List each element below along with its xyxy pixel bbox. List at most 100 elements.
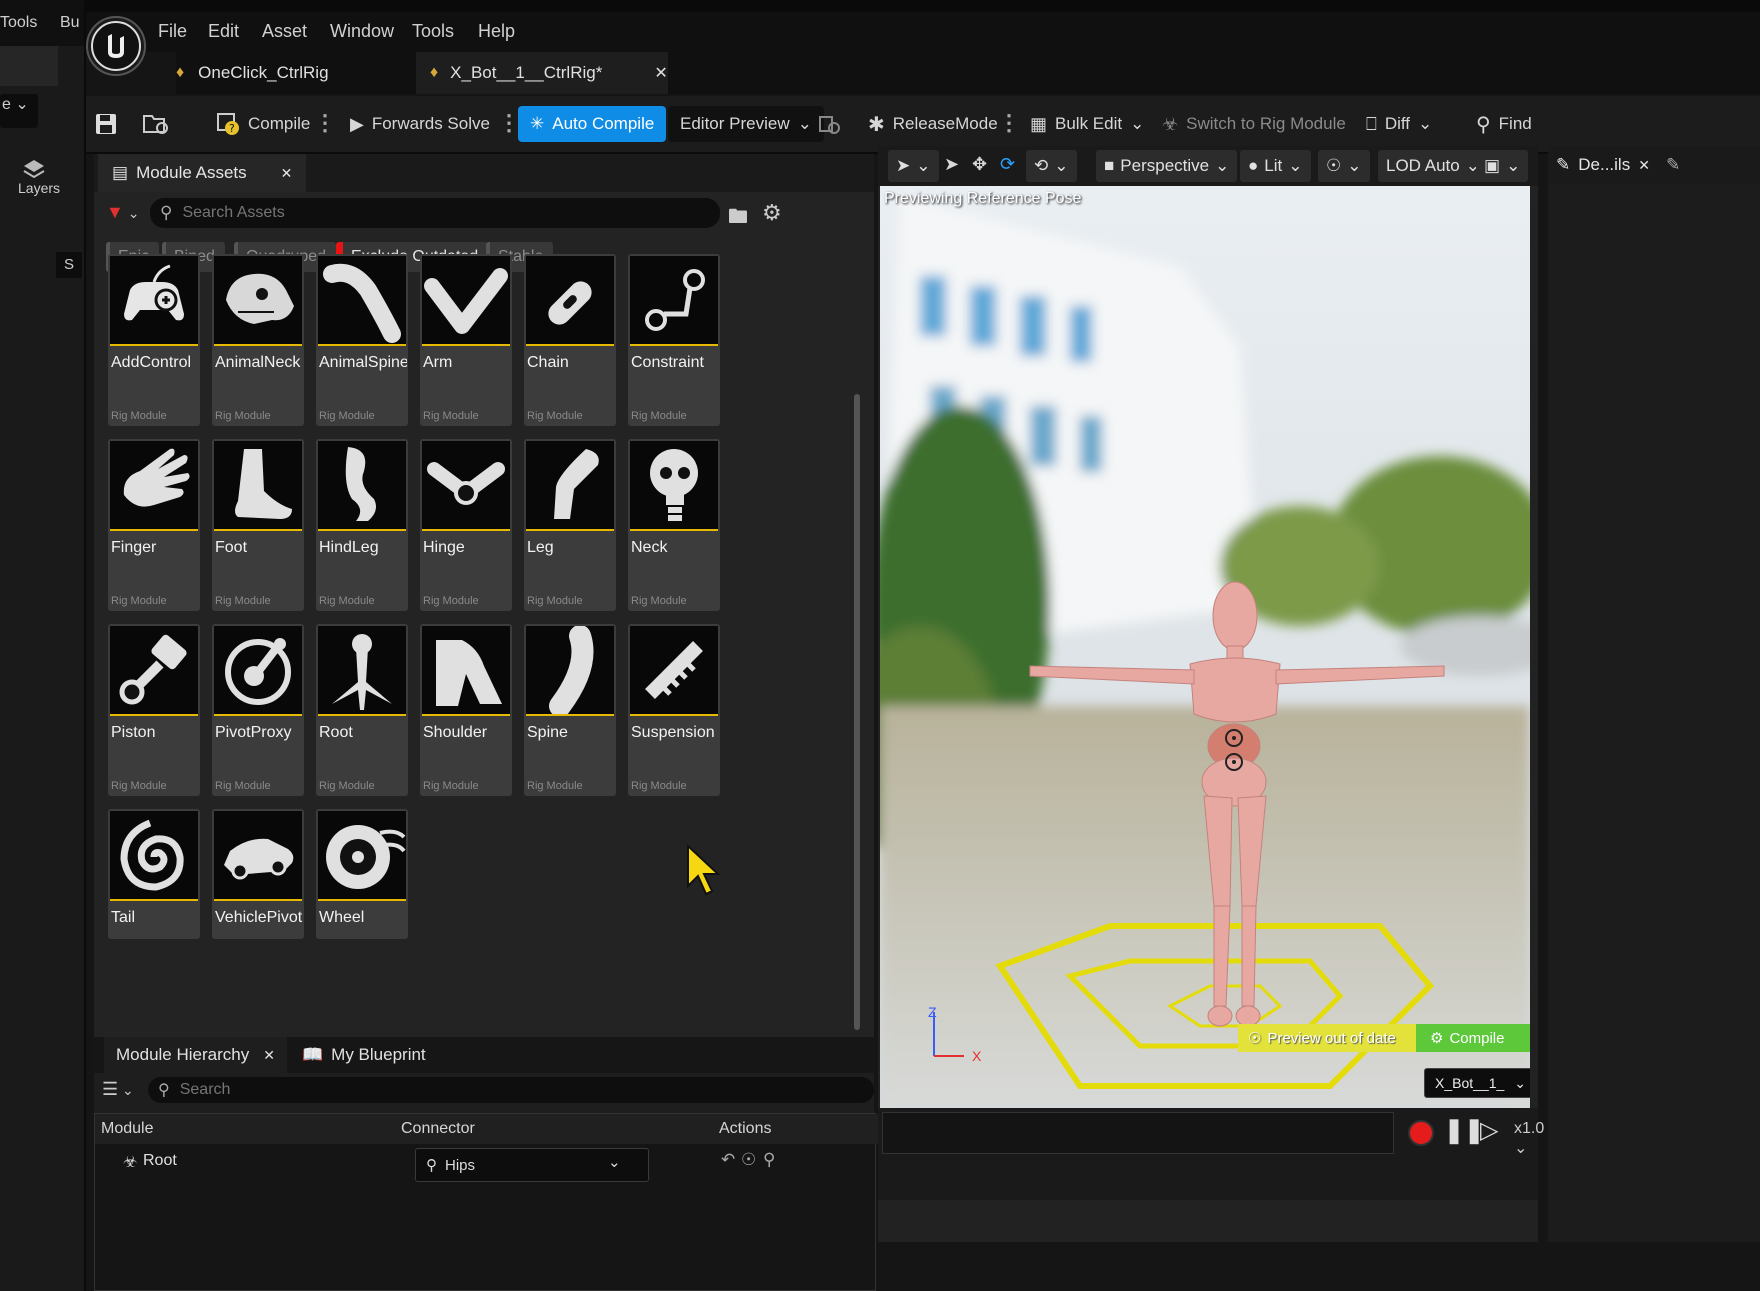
diff-dropdown[interactable]: ⎕ Diff ⌄ bbox=[1366, 106, 1432, 142]
select-icon[interactable]: ☉ bbox=[741, 1150, 756, 1170]
viewport-compile-button[interactable]: ⚙ Compile bbox=[1416, 1024, 1530, 1052]
tab-x-bot-ctrlrig[interactable]: ♦ X_Bot__1__CtrlRig* ✕ bbox=[416, 52, 668, 94]
unreal-logo-icon[interactable] bbox=[86, 16, 146, 76]
select-tool-icon[interactable]: ➤ bbox=[944, 154, 959, 175]
table-row[interactable]: ☣ Root ⚲ Hips ⌄ ↶ ☉ ⚲ bbox=[95, 1144, 875, 1184]
viewport-layout-dropdown[interactable]: ▣ ⌄ bbox=[1476, 150, 1529, 182]
auto-compile-toggle[interactable]: ✳ Auto Compile bbox=[518, 106, 667, 142]
rotate-tool-icon[interactable]: ⟳ bbox=[1000, 154, 1015, 175]
pause-button[interactable]: ❚❚ bbox=[1444, 1116, 1484, 1145]
close-icon[interactable]: ✕ bbox=[281, 165, 293, 182]
hierarchy-search-input[interactable] bbox=[177, 1080, 874, 1100]
tab-my-blueprint[interactable]: 📖 My Blueprint bbox=[290, 1037, 438, 1073]
viewport-overlay-text: Previewing Reference Pose bbox=[884, 190, 1082, 207]
hierarchy-search-box[interactable]: ⚲ bbox=[148, 1077, 874, 1103]
tab-details[interactable]: ✎ De...ils ✕ bbox=[1556, 146, 1650, 184]
solve-options-icon[interactable]: ⋮ bbox=[498, 110, 520, 136]
second-tab-pencil-icon[interactable]: ✎ bbox=[1666, 146, 1680, 184]
switch-to-rig-module-button[interactable]: ☣ Switch to Rig Module bbox=[1162, 106, 1346, 142]
asset-scrollbar[interactable] bbox=[854, 394, 860, 1030]
bu-menu-partial[interactable]: Bu bbox=[60, 14, 80, 32]
asset-tile-leg[interactable]: Leg Rig Module bbox=[524, 439, 616, 611]
forwards-solve-button[interactable]: ▶ Forwards Solve bbox=[350, 106, 490, 142]
asset-tile-vehiclepivot[interactable]: VehiclePivot... bbox=[212, 809, 304, 939]
transform-menu-button[interactable]: ➤ ⌄ bbox=[888, 150, 939, 182]
step-forward-button[interactable]: ▷ bbox=[1480, 1116, 1498, 1145]
asset-tile-shoulder[interactable]: Shoulder Rig Module bbox=[420, 624, 512, 796]
asset-tile-finger[interactable]: Finger Rig Module bbox=[108, 439, 200, 611]
playback-speed-dropdown[interactable]: x1.0 ⌄ bbox=[1514, 1120, 1544, 1158]
connector-dropdown[interactable]: ⚲ Hips ⌄ bbox=[415, 1148, 649, 1182]
asset-name: Finger bbox=[111, 539, 157, 556]
find-icon[interactable]: ⚲ bbox=[763, 1150, 775, 1170]
tools-menu-partial[interactable]: Tools bbox=[0, 14, 37, 32]
viewport-scene[interactable]: Previewing Reference Pose Z X ☉ Preview … bbox=[880, 186, 1530, 1108]
compile-options-icon[interactable]: ⋮ bbox=[314, 110, 336, 136]
compile-button[interactable]: ? Compile bbox=[216, 106, 310, 142]
asset-tile-foot[interactable]: Foot Rig Module bbox=[212, 439, 304, 611]
perspective-dropdown[interactable]: ■ Perspective ⌄ bbox=[1096, 150, 1238, 182]
tab-module-assets[interactable]: ▤ Module Assets ✕ bbox=[98, 154, 307, 192]
chevron-down-icon: ⌄ bbox=[1514, 1074, 1527, 1091]
asset-tile-chain[interactable]: Chain Rig Module bbox=[524, 254, 616, 426]
asset-tile-spine[interactable]: Spine Rig Module bbox=[524, 624, 616, 796]
close-icon[interactable]: ✕ bbox=[1638, 157, 1650, 174]
tab-oneclick-ctrlrig[interactable]: ♦ OneClick_CtrlRig bbox=[176, 52, 406, 94]
show-dropdown[interactable]: ☉ ⌄ bbox=[1318, 150, 1370, 182]
asset-tile-wheel[interactable]: Wheel bbox=[316, 809, 408, 939]
close-icon[interactable]: ✕ bbox=[263, 1047, 275, 1064]
editor-preview-dropdown[interactable]: Editor Preview ⌄ bbox=[668, 106, 824, 142]
timeline-track[interactable] bbox=[882, 1112, 1394, 1154]
asset-tile-animalspine[interactable]: AnimalSpine Rig Module bbox=[316, 254, 408, 426]
close-icon[interactable]: ✕ bbox=[654, 63, 667, 83]
asset-search-input[interactable] bbox=[180, 203, 720, 223]
menu-file[interactable]: File bbox=[158, 21, 187, 42]
background-dropdown[interactable]: e ⌄ bbox=[0, 94, 38, 128]
asset-tile-suspension[interactable]: Suspension Rig Module bbox=[628, 624, 720, 796]
column-header-connector[interactable]: Connector bbox=[395, 1114, 714, 1144]
column-header-module[interactable]: Module bbox=[95, 1114, 396, 1144]
menu-edit[interactable]: Edit bbox=[208, 21, 239, 42]
release-options-icon[interactable]: ⋮ bbox=[998, 110, 1020, 136]
car-icon bbox=[214, 811, 302, 901]
menu-window[interactable]: Window bbox=[330, 21, 394, 42]
find-button[interactable]: ⚲ Find bbox=[1476, 106, 1532, 142]
filter-icon[interactable]: ☰ ⌄ bbox=[102, 1079, 134, 1100]
move-tool-icon[interactable]: ✥ bbox=[972, 154, 987, 175]
menu-help[interactable]: Help bbox=[478, 21, 515, 42]
folder-icon[interactable]: 🖿 bbox=[728, 202, 748, 236]
asset-tile-constraint[interactable]: Constraint Rig Module bbox=[628, 254, 720, 426]
asset-tile-hinge[interactable]: Hinge Rig Module bbox=[420, 439, 512, 611]
preview-asset-dropdown[interactable]: X_Bot__1_ ⌄ bbox=[1424, 1068, 1530, 1098]
tab-module-hierarchy[interactable]: Module Hierarchy ✕ bbox=[104, 1037, 287, 1073]
preview-settings-icon[interactable] bbox=[818, 106, 840, 142]
asset-tile-addcontrol[interactable]: AddControl Rig Module bbox=[108, 254, 200, 426]
column-header-actions[interactable]: Actions bbox=[713, 1114, 879, 1144]
grid-icon: ▦ bbox=[1030, 113, 1048, 134]
filter-icon[interactable]: ▼ ⌄ bbox=[106, 202, 139, 223]
asset-tile-animalneck[interactable]: AnimalNeck Rig Module bbox=[212, 254, 304, 426]
asset-tile-neck[interactable]: Neck Rig Module bbox=[628, 439, 720, 611]
menu-asset[interactable]: Asset bbox=[262, 21, 307, 42]
asset-tile-root[interactable]: Root Rig Module bbox=[316, 624, 408, 796]
lod-dropdown[interactable]: LOD Auto ⌄ bbox=[1378, 150, 1488, 182]
asset-search-box[interactable]: ⚲ bbox=[150, 198, 720, 228]
reset-icon[interactable]: ↶ bbox=[721, 1150, 735, 1170]
bulk-edit-dropdown[interactable]: ▦ Bulk Edit ⌄ bbox=[1030, 106, 1144, 142]
gear-icon[interactable]: ⚙ bbox=[762, 200, 782, 226]
record-button[interactable] bbox=[1408, 1120, 1434, 1146]
browse-asset-icon[interactable] bbox=[142, 106, 170, 142]
snapping-button[interactable]: ⟲ ⌄ bbox=[1026, 150, 1077, 182]
lit-dropdown[interactable]: ● Lit ⌄ bbox=[1240, 150, 1311, 182]
piston-icon bbox=[110, 626, 198, 716]
asset-tile-tail[interactable]: Tail bbox=[108, 809, 200, 939]
asset-tile-arm[interactable]: Arm Rig Module bbox=[420, 254, 512, 426]
asset-tile-piston[interactable]: Piston Rig Module bbox=[108, 624, 200, 796]
menu-tools[interactable]: Tools bbox=[412, 21, 454, 42]
asset-tile-hindleg[interactable]: HindLeg Rig Module bbox=[316, 439, 408, 611]
asset-tile-pivotproxy[interactable]: PivotProxy Rig Module bbox=[212, 624, 304, 796]
background-s-button[interactable]: S bbox=[56, 252, 82, 278]
save-icon[interactable] bbox=[94, 106, 118, 142]
release-mode-button[interactable]: ✱ ReleaseMode bbox=[868, 106, 998, 142]
layers-label[interactable]: Layers bbox=[18, 180, 60, 196]
